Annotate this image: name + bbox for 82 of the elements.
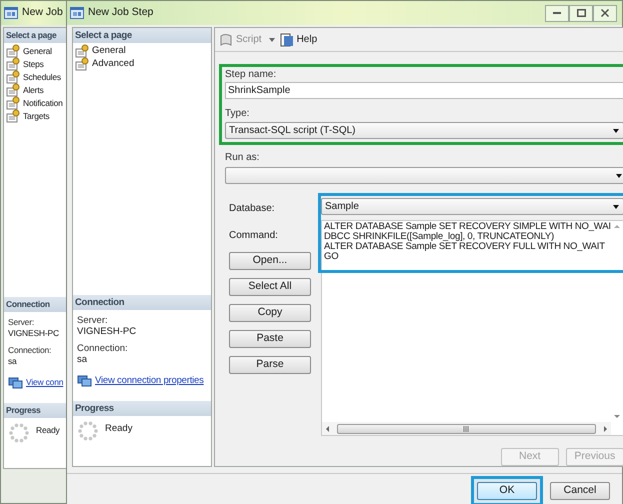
type-dropdown[interactable]: Transact-SQL script (T-SQL) bbox=[225, 122, 623, 139]
close-button[interactable] bbox=[593, 4, 617, 22]
computers-icon bbox=[8, 375, 23, 389]
command-button[interactable]: Open... bbox=[229, 252, 311, 270]
command-button[interactable]: Select All bbox=[229, 278, 311, 296]
scroll-down-icon bbox=[612, 413, 621, 420]
window-title: New Job bbox=[22, 5, 63, 20]
connection-link[interactable]: View connection properties bbox=[95, 374, 204, 386]
maximize-icon bbox=[576, 9, 586, 17]
code-line: GO bbox=[324, 252, 340, 262]
connection-value: sa bbox=[77, 354, 88, 365]
section-header: Progress bbox=[73, 401, 211, 416]
ok-button[interactable]: OK bbox=[477, 482, 537, 500]
page-icon bbox=[6, 57, 20, 71]
caret-icon bbox=[268, 36, 276, 44]
page-icon bbox=[6, 96, 20, 110]
scroll-icon bbox=[219, 32, 233, 46]
close-icon bbox=[601, 9, 609, 17]
command-button[interactable]: Paste bbox=[229, 330, 311, 348]
maximize-button[interactable] bbox=[569, 4, 593, 22]
help-button[interactable]: Help bbox=[280, 32, 318, 47]
page-item[interactable]: Notification bbox=[23, 96, 63, 110]
connection-value: sa bbox=[8, 356, 18, 367]
window-title: New Job Step bbox=[88, 5, 154, 20]
page-item[interactable]: Alerts bbox=[23, 84, 44, 96]
scrollbar-thumb[interactable] bbox=[337, 424, 596, 434]
section-header: Select a page bbox=[73, 28, 211, 43]
connection-link[interactable]: View conn bbox=[26, 376, 64, 388]
code-line: ALTER DATABASE Sample SET RECOVERY FULL WITH NO_WAIT bbox=[324, 242, 606, 252]
server-name: VIGNESH-PC bbox=[77, 326, 138, 337]
page-icon bbox=[6, 70, 20, 84]
page-icon bbox=[6, 83, 20, 97]
field-label: Type: bbox=[225, 108, 250, 120]
scroll-left-icon bbox=[324, 424, 331, 432]
spinner-icon bbox=[8, 422, 30, 444]
scroll-up-icon bbox=[612, 223, 621, 230]
page-icon bbox=[6, 109, 20, 123]
page-icon bbox=[6, 44, 20, 58]
connection-label: Connection: bbox=[8, 345, 52, 356]
page-icon bbox=[75, 44, 89, 58]
command-button[interactable]: Parse bbox=[229, 356, 311, 374]
page-item[interactable]: General bbox=[92, 44, 126, 58]
minimize-icon bbox=[553, 12, 561, 14]
section-header: Progress bbox=[4, 403, 66, 418]
code-line: ALTER DATABASE Sample SET RECOVERY SIMPLE WITH NO_WAI bbox=[324, 222, 611, 232]
status-text: Ready bbox=[36, 424, 60, 437]
command-button[interactable]: Copy bbox=[229, 304, 311, 322]
scroll-right-icon bbox=[602, 424, 609, 432]
caret-icon bbox=[612, 202, 620, 210]
page-icon bbox=[75, 57, 89, 71]
section-header: Select a page bbox=[4, 28, 66, 43]
window-icon bbox=[4, 6, 18, 20]
caret-icon bbox=[614, 172, 623, 180]
server-label: Server: bbox=[8, 317, 35, 328]
page-item[interactable]: Targets bbox=[23, 110, 50, 122]
field-label: Step name: bbox=[225, 69, 278, 81]
database-dropdown[interactable]: Sample bbox=[321, 198, 623, 215]
field-label: Run as: bbox=[225, 152, 260, 164]
section-header: Connection bbox=[4, 297, 66, 312]
connection-label: Connection: bbox=[77, 343, 129, 354]
minimize-button[interactable] bbox=[545, 4, 569, 22]
spinner-icon bbox=[77, 420, 99, 442]
caret-icon bbox=[612, 126, 620, 134]
page-item[interactable]: Schedules bbox=[23, 70, 61, 84]
status-text: Ready bbox=[105, 422, 132, 436]
run-as-dropdown[interactable] bbox=[225, 167, 623, 184]
step-name-field[interactable]: ShrinkSample bbox=[225, 82, 623, 99]
section-header: Connection bbox=[73, 295, 211, 310]
cancel-button[interactable]: Cancel bbox=[550, 482, 610, 500]
code-line: DBCC SHRINKFILE([Sample_log], 0, TRUNCATEONLY) bbox=[324, 232, 555, 242]
page-item[interactable]: Advanced bbox=[92, 56, 134, 72]
page-item[interactable]: Steps bbox=[23, 58, 44, 70]
server-name: VIGNESH-PC bbox=[8, 328, 60, 339]
grip-icon bbox=[462, 424, 470, 432]
page-item[interactable]: General bbox=[23, 44, 52, 58]
field-label: Command: bbox=[229, 229, 279, 243]
command-editor[interactable]: ALTER DATABASE Sample SET RECOVERY SIMPLE WITH NO_WAI DBCC SHRINKFILE([Sample_log], 0, TRUNCATEONLY) ALTER DATABASE Sample SET RECOVERY FULL WITH NO_WAIT GO bbox=[321, 220, 623, 436]
computers-icon bbox=[77, 373, 92, 387]
window-icon bbox=[70, 6, 84, 20]
book-icon bbox=[280, 32, 294, 46]
server-label: Server: bbox=[77, 315, 109, 326]
field-label: Database: bbox=[229, 202, 276, 216]
